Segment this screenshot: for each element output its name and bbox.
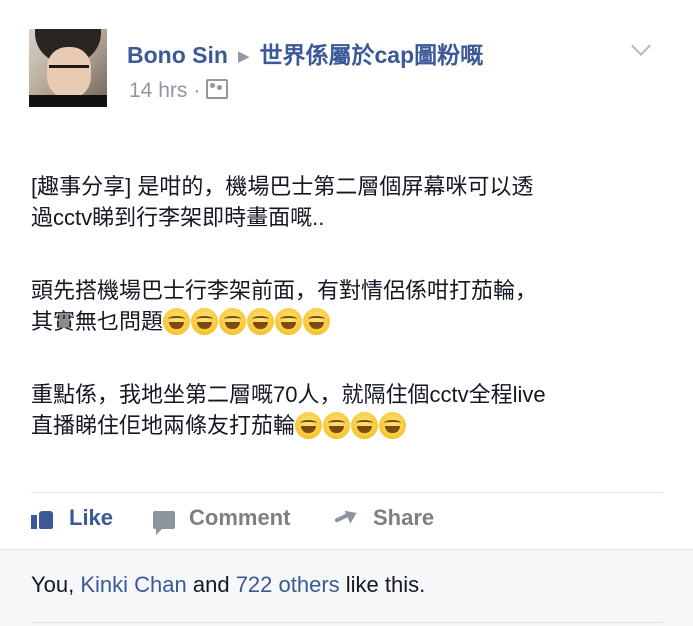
message-line: [趣事分享] 是咁的，機場巴士第二層個屏幕咪可以透	[31, 174, 534, 199]
chevron-down-icon[interactable]	[631, 36, 651, 56]
post-meta: 14 hrs ·	[129, 79, 229, 103]
post-timestamp[interactable]: 14 hrs	[129, 79, 187, 102]
post-message: [趣事分享] 是咁的，機場巴士第二層個屏幕咪可以透 過cctv睇到行李架即時畫面…	[31, 171, 671, 483]
message-line: 直播睇住佢地兩條友打茄輪	[31, 413, 296, 438]
friend-name-link[interactable]: Kinki Chan	[80, 572, 186, 597]
group-name-link[interactable]: 世界係屬於cap圖粉嘅	[259, 42, 483, 68]
share-button[interactable]: Share	[335, 505, 434, 531]
tears-of-joy-emoji	[219, 308, 247, 335]
tears-of-joy-emoji	[191, 308, 219, 335]
likes-and: and	[186, 572, 236, 597]
likes-prefix: You,	[31, 572, 81, 597]
tears-of-joy-emoji	[351, 412, 379, 439]
message-line: 重點係，我地坐第二層嘅70人，就隔住個cctv全程live	[31, 382, 546, 407]
message-line: 頭先搭機場巴士行李架前面，有對情侶係咁打茄輪，	[31, 278, 538, 303]
message-paragraph-1: [趣事分享] 是咁的，機場巴士第二層個屏幕咪可以透 過cctv睇到行李架即時畫面…	[31, 171, 671, 233]
emoji-group	[163, 308, 331, 335]
others-count-link[interactable]: 722 others	[236, 572, 340, 597]
author-name-link[interactable]: Bono Sin	[127, 42, 228, 68]
comment-label: Comment	[189, 505, 291, 530]
tears-of-joy-emoji	[323, 412, 351, 439]
message-paragraph-2: 頭先搭機場巴士行李架前面，有對情侶係咁打茄輪， 其實無乜問題	[31, 275, 671, 337]
thumbs-up-icon	[31, 507, 53, 529]
tears-of-joy-emoji	[247, 308, 275, 335]
message-line: 其實無乜問題	[31, 309, 164, 334]
feed-post: Bono Sin ▶ 世界係屬於cap圖粉嘅 14 hrs · [趣事分享] 是咁的，…	[0, 0, 693, 626]
likes-summary: You, Kinki Chan and 722 others like this…	[31, 572, 425, 598]
emoji-group	[295, 412, 407, 439]
avatar-glasses	[49, 65, 89, 78]
footer-divider	[31, 622, 663, 623]
share-arrow-icon	[335, 508, 359, 528]
avatar-shirt	[29, 95, 107, 107]
like-label: Like	[69, 505, 114, 530]
comment-bubble-icon	[153, 511, 175, 535]
group-audience-icon[interactable]	[206, 79, 229, 100]
author-avatar[interactable]	[29, 29, 107, 107]
message-line: 過cctv睇到行李架即時畫面嘅..	[31, 205, 325, 230]
likes-suffix: like this.	[339, 572, 426, 597]
message-paragraph-3: 重點係，我地坐第二層嘅70人，就隔住個cctv全程live 直播睇住佢地兩條友打…	[31, 379, 671, 441]
like-button[interactable]: Like	[31, 505, 113, 531]
meta-separator: ·	[193, 79, 201, 102]
tears-of-joy-emoji	[163, 308, 191, 335]
tears-of-joy-emoji	[303, 308, 331, 335]
breadcrumb-arrow-icon: ▶	[237, 48, 250, 65]
likes-footer: You, Kinki Chan and 722 others like this…	[0, 549, 693, 626]
tears-of-joy-emoji	[379, 412, 407, 439]
tears-of-joy-emoji	[295, 412, 323, 439]
comment-button[interactable]: Comment	[153, 505, 291, 535]
share-label: Share	[373, 505, 435, 530]
actions-divider	[31, 492, 663, 493]
post-header: Bono Sin ▶ 世界係屬於cap圖粉嘅	[127, 36, 483, 70]
tears-of-joy-emoji	[275, 308, 303, 335]
